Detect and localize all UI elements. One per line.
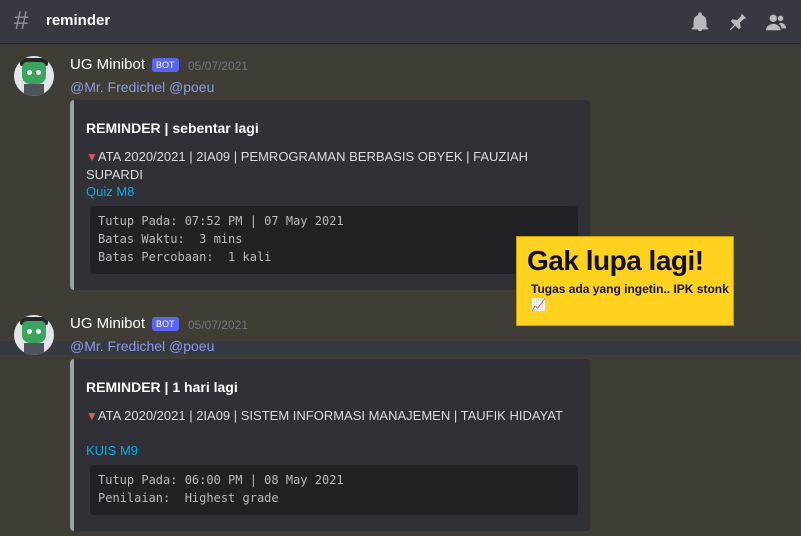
red-triangle-icon: ▼ (86, 409, 98, 423)
promo-subtext: Tugas ada yang ingetin.. IPK stonk 📈 (531, 282, 729, 312)
members-icon[interactable] (757, 9, 795, 35)
bell-icon[interactable] (681, 9, 719, 35)
bot-tag: BOT (152, 317, 179, 331)
embed-description: ▼ATA 2020/2021 | 2IA09 | SISTEM INFORMAS… (86, 408, 563, 423)
red-triangle-icon: ▼ (86, 150, 98, 164)
username[interactable]: UG Minibot (70, 315, 145, 332)
code-line: Batas Waktu: 3 mins (98, 232, 243, 246)
code-block: Tutup Pada: 06:00 PM | 08 May 2021 Penila… (90, 465, 578, 515)
mentions[interactable]: @Mr. Fredichel @poeu (70, 79, 214, 95)
mentions[interactable]: @Mr. Fredichel @poeu (70, 338, 214, 354)
timestamp: 05/07/2021 (188, 59, 249, 73)
header-toolbar (681, 9, 795, 35)
code-line: Tutup Pada: 07:52 PM | 07 May 2021 (98, 214, 344, 228)
embed: REMINDER | 1 hari lagi ▼ATA 2020/2021 | … (70, 359, 590, 531)
channel-header: # reminder (0, 0, 801, 44)
code-line: Batas Percobaan: 1 kali (98, 250, 272, 264)
bot-tag: BOT (152, 58, 179, 72)
embed-link[interactable]: Quiz M8 (86, 184, 134, 199)
hash-icon: # (14, 5, 29, 35)
embed-link[interactable]: KUIS M9 (86, 443, 138, 458)
username[interactable]: UG Minibot (70, 56, 145, 73)
embed-title: REMINDER | 1 hari lagi (86, 379, 238, 395)
code-line: Penilaian: Highest grade (98, 491, 279, 505)
promo-banner: Gak lupa lagi! Tugas ada yang ingetin.. … (516, 236, 734, 326)
avatar[interactable] (14, 56, 54, 96)
pin-icon[interactable] (719, 9, 757, 35)
timestamp: 05/07/2021 (188, 318, 249, 332)
embed: REMINDER | sebentar lagi ▼ATA 2020/2021 … (70, 100, 590, 290)
promo-headline: Gak lupa lagi! (527, 245, 704, 276)
code-line: Tutup Pada: 06:00 PM | 08 May 2021 (98, 473, 344, 487)
embed-title: REMINDER | sebentar lagi (86, 120, 259, 136)
avatar[interactable] (14, 315, 54, 355)
channel-name: reminder (46, 12, 111, 29)
embed-description: ▼ATA 2020/2021 | 2IA09 | PEMROGRAMAN BER… (86, 149, 529, 182)
code-block: Tutup Pada: 07:52 PM | 07 May 2021 Batas … (90, 206, 578, 274)
message: UG Minibot BOT 05/07/2021 @Mr. Fredichel… (0, 304, 801, 536)
